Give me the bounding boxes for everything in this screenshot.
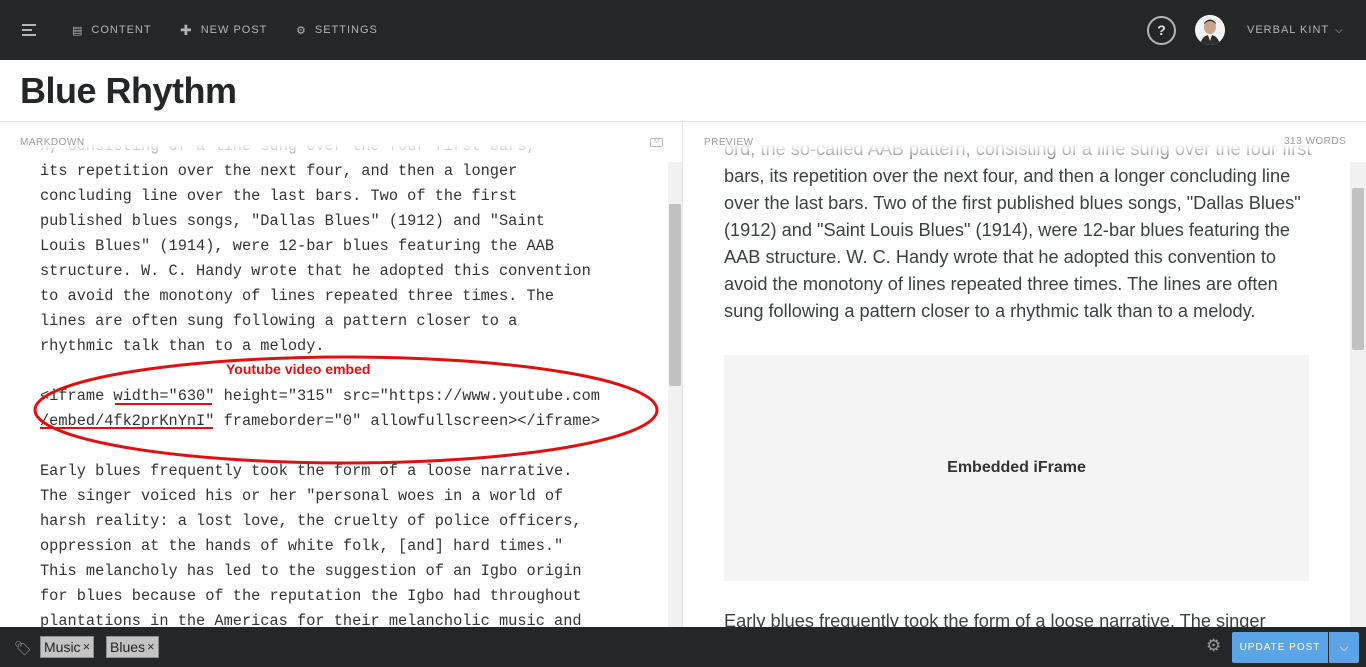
markdown-line: rhythmic talk than to a melody. [40,337,325,355]
nav-content[interactable]: ▤ CONTENT [72,0,152,60]
markdown-line [40,434,640,459]
editor-footer: 🏷 Music × Blues × ⚙ UPDATE POST ⌵ [0,627,1366,667]
markdown-line: The singer voiced his or her "personal w… [40,487,564,505]
markdown-line: This melancholy has led to the suggestio… [40,562,582,580]
markdown-line: to avoid the monotony of lines repeated … [40,287,555,305]
preview-scrollbar[interactable] [1350,162,1366,627]
markdown-line: its repetition over the next four, and t… [40,162,518,180]
preview-header: PREVIEW [704,137,754,148]
markdown-editor[interactable]: n, consisting of a line sung over the fo… [40,134,640,627]
tag-label: Music [44,639,81,655]
markdown-fade [0,122,668,162]
tag-icon: 🏷 [14,640,32,656]
embedded-iframe-placeholder[interactable]: Embedded iFrame [724,355,1309,581]
gear-icon[interactable]: ⚙ [1206,636,1221,656]
settings-icon: ⚙ [296,24,307,37]
markdown-line: structure. W. C. Handy wrote that he ado… [40,262,591,280]
annotation-label: Youtube video embed [226,361,371,377]
markdown-scroll-thumb[interactable] [669,204,681,386]
markdown-line: oppression at the hands of white folk, [… [40,537,564,555]
markdown-line: /embed/4fk2prKnYnI" frameborder="0" allo… [40,412,600,430]
top-navbar: ▤ CONTENT ✚ NEW POST ⚙ SETTINGS ? VERBAL… [0,0,1366,60]
markdown-header: MARKDOWN [20,137,85,148]
nav-settings[interactable]: ⚙ SETTINGS [296,0,378,60]
tag-remove-icon[interactable]: × [147,637,155,657]
markdown-scrollbar[interactable] [668,162,682,627]
preview-fade [684,122,1350,162]
tag-label: Blues [110,639,146,655]
markdown-line: concluding line over the last bars. Two … [40,187,518,205]
nav-settings-label: SETTINGS [314,24,378,36]
user-menu[interactable]: VERBAL KINT ⌵ [1247,0,1344,60]
nav-new-post[interactable]: ✚ NEW POST [180,0,267,60]
nav-new-post-label: NEW POST [200,24,268,36]
content-icon: ▤ [72,24,84,37]
markdown-help-icon[interactable]: M [650,138,663,147]
menu-toggle-icon[interactable] [22,24,36,36]
chevron-down-icon: ⌵ [1335,24,1344,36]
markdown-line: <iframe width="630" height="315" src="ht… [40,387,600,405]
help-button[interactable]: ? [1147,16,1176,45]
chevron-down-icon[interactable]: ⌵ [1329,632,1359,663]
markdown-line: Early blues frequently took the form of … [40,462,573,480]
plus-icon: ✚ [180,21,193,38]
tag-music[interactable]: Music × [40,636,95,658]
preview-pane: ord, the so-called AAB pattern, consisti… [684,122,1366,627]
preview-paragraph: ord, the so-called AAB pattern, consisti… [724,139,1311,321]
markdown-line: lines are often sung following a pattern… [40,312,518,330]
update-post-button[interactable]: UPDATE POST [1232,632,1328,663]
avatar[interactable] [1195,15,1225,45]
preview-paragraph-2: Early blues frequently took the form of … [724,611,1266,627]
markdown-line: for blues because of the reputation the … [40,587,582,605]
markdown-line: plantations in the Americas for their me… [40,612,582,627]
post-title[interactable]: Blue Rhythm [20,70,237,112]
iframe-placeholder-label: Embedded iFrame [947,459,1086,476]
tag-blues[interactable]: Blues × [106,636,159,658]
title-bar: Blue Rhythm [0,60,1366,122]
word-count: 313 WORDS [1284,136,1347,147]
nav-content-label: CONTENT [91,24,152,36]
preview-scroll-thumb[interactable] [1352,188,1364,350]
tag-remove-icon[interactable]: × [83,637,91,657]
markdown-line: harsh reality: a lost love, the cruelty … [40,512,582,530]
markdown-line: published blues songs, "Dallas Blues" (1… [40,212,545,230]
user-name-label: VERBAL KINT [1247,24,1330,36]
markdown-line: Louis Blues" (1914), were 12-bar blues f… [40,237,555,255]
